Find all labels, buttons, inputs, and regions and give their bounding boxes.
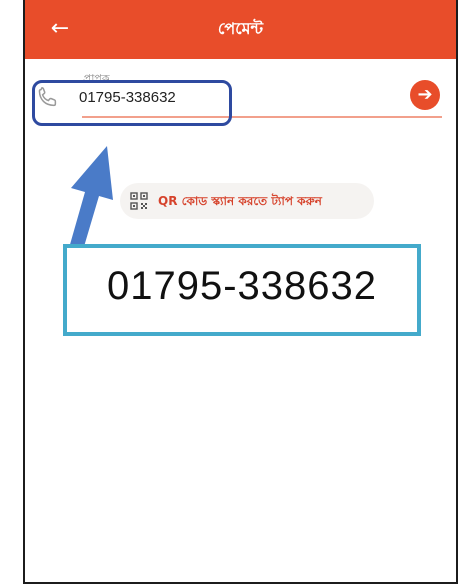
qr-code-icon: [130, 192, 148, 210]
highlight-box: [32, 80, 232, 126]
callout-text: 01795-338632: [106, 264, 378, 308]
app-screen: ← পেমেন্ট প্রাপক 01795-338632 ➔ QR কোড স…: [23, 0, 458, 584]
page-title: পেমেন্ট: [217, 19, 264, 38]
arrow-right-icon: ➔: [417, 84, 433, 105]
submit-button[interactable]: ➔: [410, 80, 440, 110]
top-bar: ← পেমেন্ট: [25, 0, 456, 59]
qr-scan-label: QR কোড স্ক্যান করতে ট্যাপ করুন: [158, 194, 322, 208]
qr-scan-button[interactable]: QR কোড স্ক্যান করতে ট্যাপ করুন: [120, 183, 374, 219]
number-callout: 01795-338632: [63, 244, 421, 336]
